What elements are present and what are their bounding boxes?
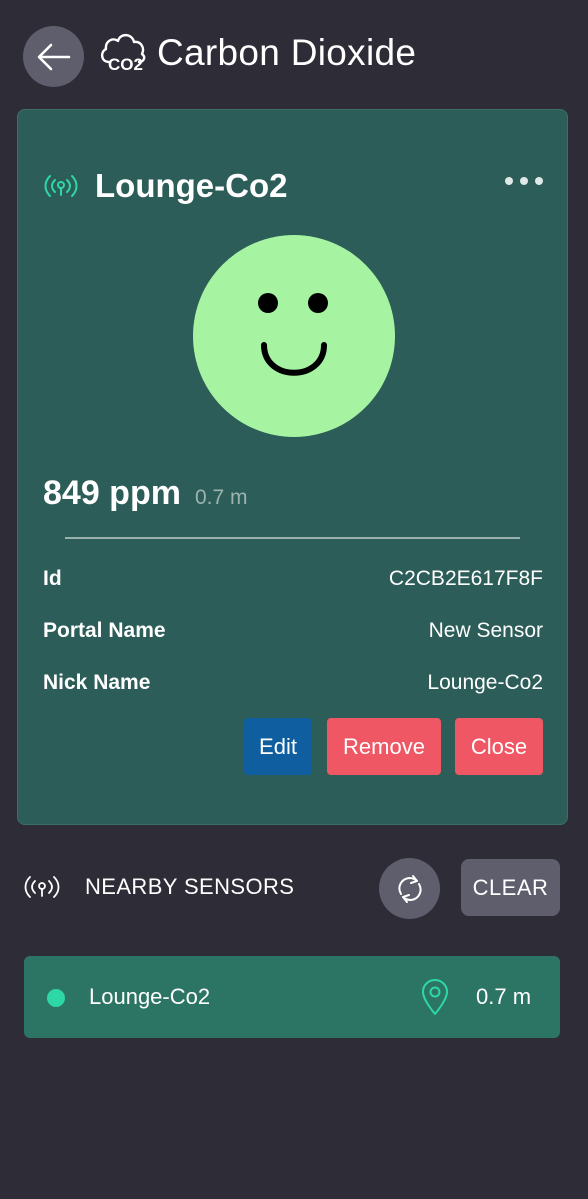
- happy-face-icon: [193, 235, 395, 437]
- broadcast-signal-icon: [44, 175, 78, 197]
- more-horizontal-icon[interactable]: [503, 174, 545, 188]
- refresh-button[interactable]: [379, 858, 440, 919]
- divider: [65, 537, 520, 539]
- app-header: CO2 Carbon Dioxide: [0, 0, 588, 110]
- detail-row-nick-name: Nick Name Lounge-Co2: [43, 667, 543, 699]
- reading-row: 849 ppm 0.7 m: [43, 474, 247, 513]
- nearby-sensors-label: NEARBY SENSORS: [85, 874, 295, 899]
- detail-row-id: Id C2CB2E617F8F: [43, 563, 543, 595]
- page-title: Carbon Dioxide: [157, 32, 417, 73]
- close-button[interactable]: Close: [455, 718, 543, 775]
- refresh-icon: [397, 874, 422, 903]
- co2-icon-text: CO2: [108, 55, 143, 74]
- detail-label: Nick Name: [43, 671, 151, 694]
- status-dot: [47, 989, 65, 1007]
- sensor-distance: 0.7 m: [194, 486, 248, 509]
- detail-row-portal-name: Portal Name New Sensor: [43, 615, 543, 647]
- edit-button[interactable]: Edit: [244, 718, 312, 775]
- detail-label: Id: [43, 567, 62, 590]
- detail-value: Lounge-Co2: [427, 671, 543, 694]
- remove-button[interactable]: Remove: [327, 718, 441, 775]
- sensor-title: Lounge-Co2: [95, 167, 288, 204]
- detail-label: Portal Name: [43, 619, 166, 642]
- co2-reading: 849 ppm: [43, 474, 181, 512]
- list-item-name: Lounge-Co2: [89, 984, 211, 1009]
- broadcast-signal-icon: [24, 876, 60, 898]
- detail-value: C2CB2E617F8F: [388, 567, 543, 590]
- back-button[interactable]: [23, 26, 84, 87]
- co2-cloud-icon: CO2: [101, 33, 146, 74]
- clear-button[interactable]: CLEAR: [461, 859, 560, 916]
- detail-value: New Sensor: [428, 619, 543, 642]
- sensor-card: Lounge-Co2 849 ppm 0.7 m Id C2CB2E617F8F…: [17, 109, 568, 825]
- list-item[interactable]: Lounge-Co2 0.7 m: [24, 956, 560, 1038]
- map-pin-icon: [422, 979, 448, 1015]
- nearby-sensors-header: NEARBY SENSORS CLEAR: [0, 855, 588, 920]
- arrow-left-icon: [37, 43, 70, 70]
- list-item-distance: 0.7 m: [476, 984, 532, 1009]
